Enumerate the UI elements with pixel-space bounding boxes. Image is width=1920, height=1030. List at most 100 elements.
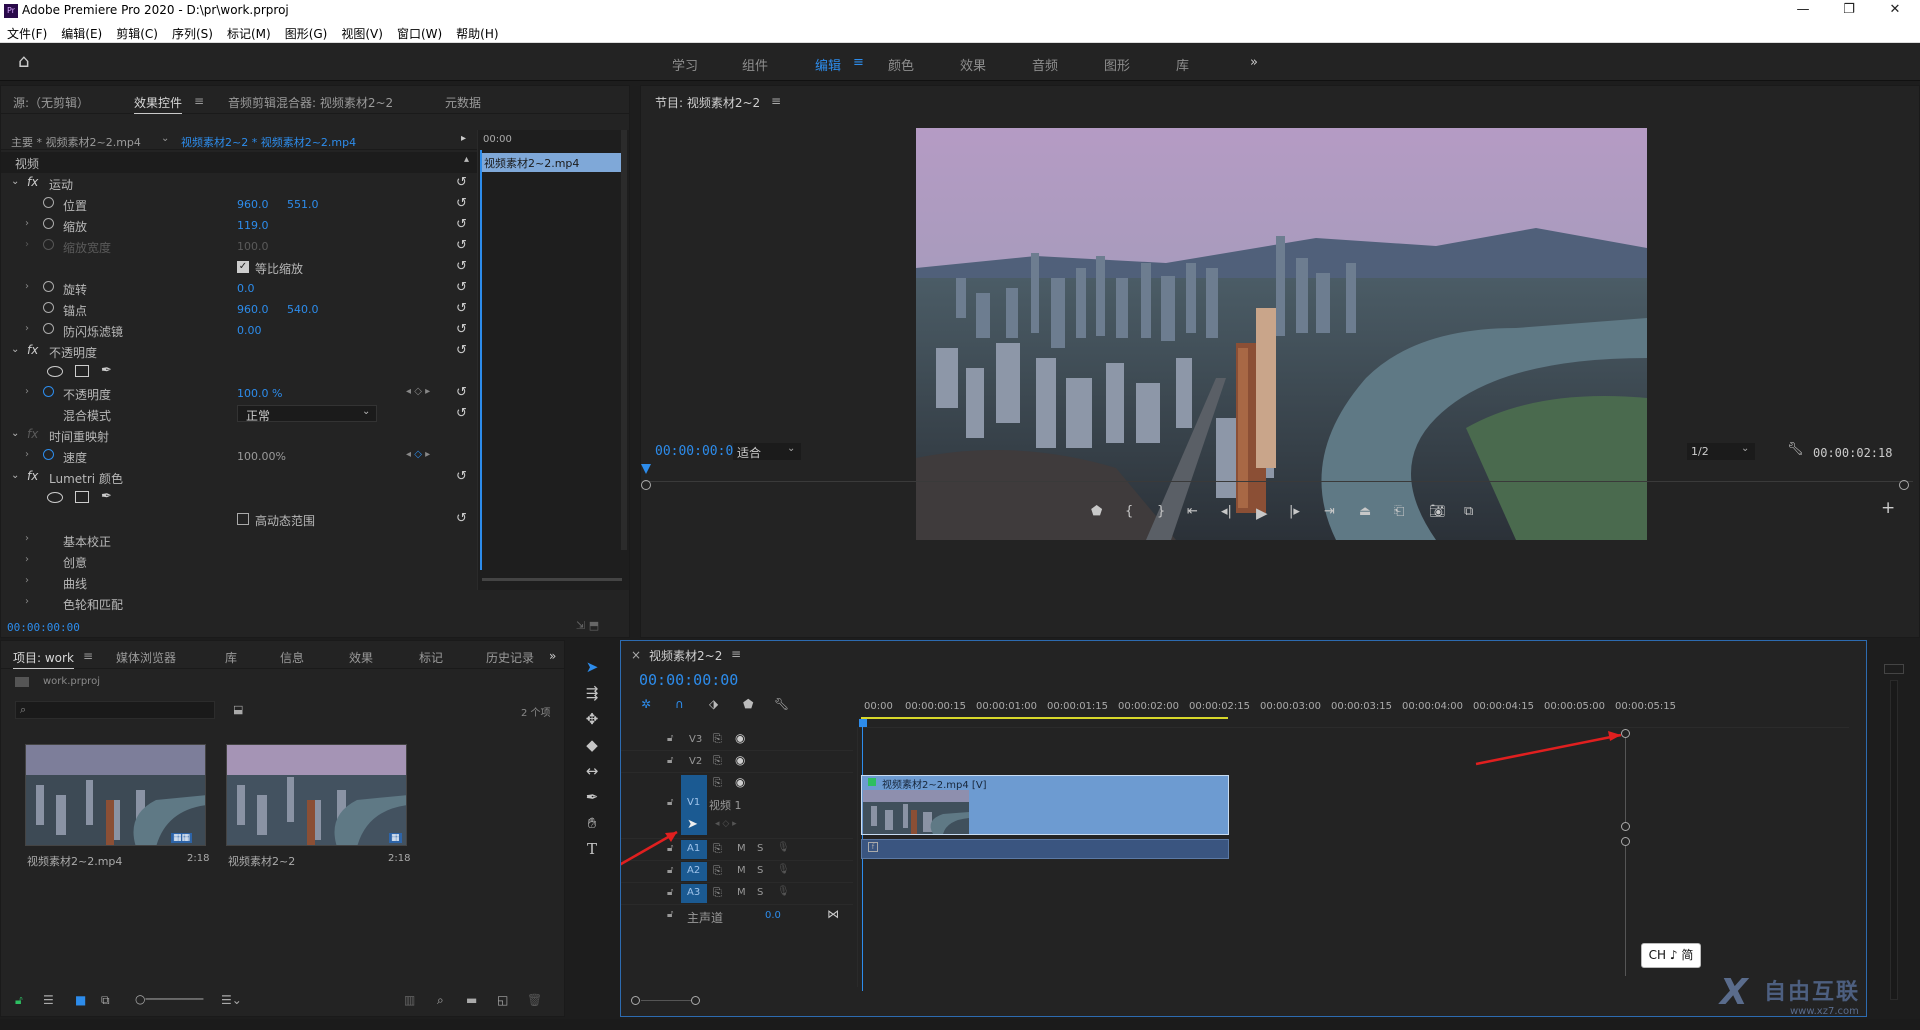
selection-tool-icon[interactable]: ➤	[577, 658, 607, 682]
export-frame-icon[interactable]: ⇲ ⬒	[576, 619, 599, 632]
project-item-thumb-2[interactable]: ▦	[226, 744, 407, 846]
minimize-button[interactable]: —	[1788, 2, 1818, 20]
menu-file[interactable]: 文件(F)	[0, 22, 54, 42]
keyframe-nav-icon[interactable]: ◂ ◇ ▸	[406, 386, 430, 397]
menu-sequence[interactable]: 序列(S)	[165, 22, 220, 42]
new-item-icon[interactable]: ◱	[497, 993, 508, 1007]
workspace-tab-color[interactable]: 颜色	[888, 55, 914, 74]
workspace-menu-icon[interactable]: ≡	[853, 55, 864, 70]
freeform-view-icon[interactable]: ⧉	[101, 993, 110, 1008]
home-icon[interactable]: ⌂	[18, 51, 29, 72]
tab-metadata[interactable]: 元数据	[445, 94, 481, 111]
mini-playhead[interactable]	[480, 150, 482, 570]
menu-window[interactable]: 窗口(W)	[390, 22, 449, 42]
stopwatch-icon[interactable]	[43, 281, 54, 292]
workspace-tab-audio[interactable]: 音频	[1032, 55, 1058, 74]
tab-media-browser[interactable]: 媒体浏览器	[116, 649, 176, 666]
reset-icon[interactable]: ↺	[456, 343, 467, 358]
ripple-edit-tool-icon[interactable]: ✥	[577, 710, 607, 734]
menu-help[interactable]: 帮助(H)	[449, 22, 505, 42]
project-item-thumb-1[interactable]: ▦▦	[25, 744, 206, 846]
effect-opacity[interactable]: ⌄ fx 不透明度 ↺	[1, 341, 477, 362]
stopwatch-icon[interactable]	[43, 302, 54, 313]
add-button-icon[interactable]: +	[1881, 498, 1895, 518]
effect-motion[interactable]: ⌄ fx 运动 ↺	[1, 173, 477, 194]
effect-controls-timecode[interactable]: 00:00:00:00	[7, 621, 80, 634]
position-x-value[interactable]: 960.0	[237, 198, 269, 211]
more-workspaces-icon[interactable]: »	[1250, 55, 1258, 70]
keyframe-nav-icon[interactable]: ◂ ◇ ▸	[406, 449, 430, 460]
step-back-icon[interactable]: ◂|	[1221, 504, 1232, 519]
reset-icon[interactable]: ↺	[456, 406, 467, 421]
reset-icon[interactable]: ↺	[456, 217, 467, 232]
scroll-up-icon[interactable]: ▴	[464, 154, 469, 165]
menu-markers[interactable]: 标记(M)	[220, 22, 278, 42]
mini-scrollbar[interactable]	[482, 578, 622, 581]
go-to-in-icon[interactable]: ⇤	[1187, 504, 1198, 519]
workspace-tab-assembly[interactable]: 组件	[742, 55, 768, 74]
rotation-value[interactable]: 0.0	[237, 282, 255, 295]
tab-history[interactable]: 历史记录	[486, 649, 534, 666]
lumetri-wheels[interactable]: › 色轮和匹配	[1, 593, 477, 614]
fx-icon[interactable]: fx	[27, 343, 38, 357]
rectangle-mask-icon[interactable]	[75, 491, 89, 503]
find-icon[interactable]: ⌕	[437, 993, 444, 1008]
tab-audio-clip-mixer[interactable]: 音频剪辑混合器: 视频素材2~2	[228, 94, 393, 111]
mark-out-icon[interactable]: }	[1157, 504, 1165, 519]
ime-indicator[interactable]: CH ♪ 简	[1641, 943, 1701, 968]
reset-icon[interactable]: ↺	[456, 238, 467, 253]
antiflicker-value[interactable]: 0.00	[237, 324, 262, 337]
new-bin-icon[interactable]: ▬	[466, 993, 477, 1007]
ellipse-mask-icon[interactable]	[47, 492, 63, 503]
menu-edit[interactable]: 编辑(E)	[54, 22, 109, 42]
blend-mode-dropdown[interactable]: 正常 ⌄	[237, 405, 377, 423]
tab-effects[interactable]: 效果	[349, 649, 373, 666]
fx-icon[interactable]: fx	[27, 469, 38, 483]
opacity-value[interactable]: 100.0 %	[237, 387, 282, 400]
workspace-tab-effects[interactable]: 效果	[960, 55, 986, 74]
razor-tool-icon[interactable]: ◆	[577, 736, 607, 760]
reset-icon[interactable]: ↺	[456, 322, 467, 337]
zoom-handle-left[interactable]	[641, 480, 651, 490]
lumetri-creative[interactable]: › 创意	[1, 551, 477, 572]
lift-icon[interactable]: ⏏	[1359, 504, 1371, 519]
menu-view[interactable]: 视图(V)	[334, 22, 390, 42]
mark-in-icon[interactable]: {	[1125, 504, 1133, 519]
trash-icon[interactable]: 🗑︎	[527, 993, 542, 1007]
panel-menu-icon[interactable]: ≡	[83, 649, 93, 663]
stopwatch-icon[interactable]	[43, 386, 54, 397]
project-item-name-2[interactable]: 视频素材2~2	[228, 853, 295, 869]
hand-tool-icon[interactable]: ✋︎	[577, 814, 607, 838]
reset-icon[interactable]: ↺	[456, 280, 467, 295]
workspace-tab-libraries[interactable]: 库	[1176, 55, 1189, 74]
tab-info[interactable]: 信息	[280, 649, 304, 666]
add-marker-icon[interactable]: ⬟	[1091, 504, 1102, 519]
new-bin-from-search-icon[interactable]: ⬓	[233, 703, 243, 716]
speed-value[interactable]: 100.00%	[237, 450, 286, 463]
go-to-out-icon[interactable]: ⇥	[1324, 504, 1335, 519]
pen-mask-icon[interactable]: ✒	[101, 489, 112, 504]
panel-menu-icon[interactable]: ≡	[771, 94, 781, 108]
step-forward-icon[interactable]: |▸	[1289, 504, 1300, 519]
project-item-name-1[interactable]: 视频素材2~2.mp4	[27, 853, 122, 869]
stopwatch-icon[interactable]	[43, 449, 54, 460]
reset-icon[interactable]: ↺	[456, 259, 467, 274]
menu-clip[interactable]: 剪辑(C)	[109, 22, 165, 42]
comparison-view-icon[interactable]: ⧉	[1464, 504, 1473, 519]
restore-button[interactable]: ❐	[1834, 2, 1864, 20]
tab-markers[interactable]: 标记	[419, 649, 443, 666]
stopwatch-icon[interactable]	[43, 218, 54, 229]
chevron-down-icon[interactable]: ⌄	[161, 133, 169, 144]
workspace-tab-graphics[interactable]: 图形	[1104, 55, 1130, 74]
fit-dropdown[interactable]: 适合 ⌄	[733, 443, 801, 460]
close-button[interactable]: ✕	[1880, 2, 1910, 20]
anchor-x-value[interactable]: 960.0	[237, 303, 269, 316]
master-clip-label[interactable]: 主要 * 视频素材2~2.mp4	[11, 134, 141, 150]
type-tool-icon[interactable]: T	[577, 840, 607, 864]
workspace-tab-learn[interactable]: 学习	[672, 55, 698, 74]
pen-tool-icon[interactable]: ✒	[577, 788, 607, 812]
ellipse-mask-icon[interactable]	[47, 366, 63, 377]
reset-icon[interactable]: ↺	[456, 301, 467, 316]
tab-source[interactable]: 源:（无剪辑）	[13, 94, 89, 111]
tab-effect-controls[interactable]: 效果控件	[134, 94, 183, 114]
